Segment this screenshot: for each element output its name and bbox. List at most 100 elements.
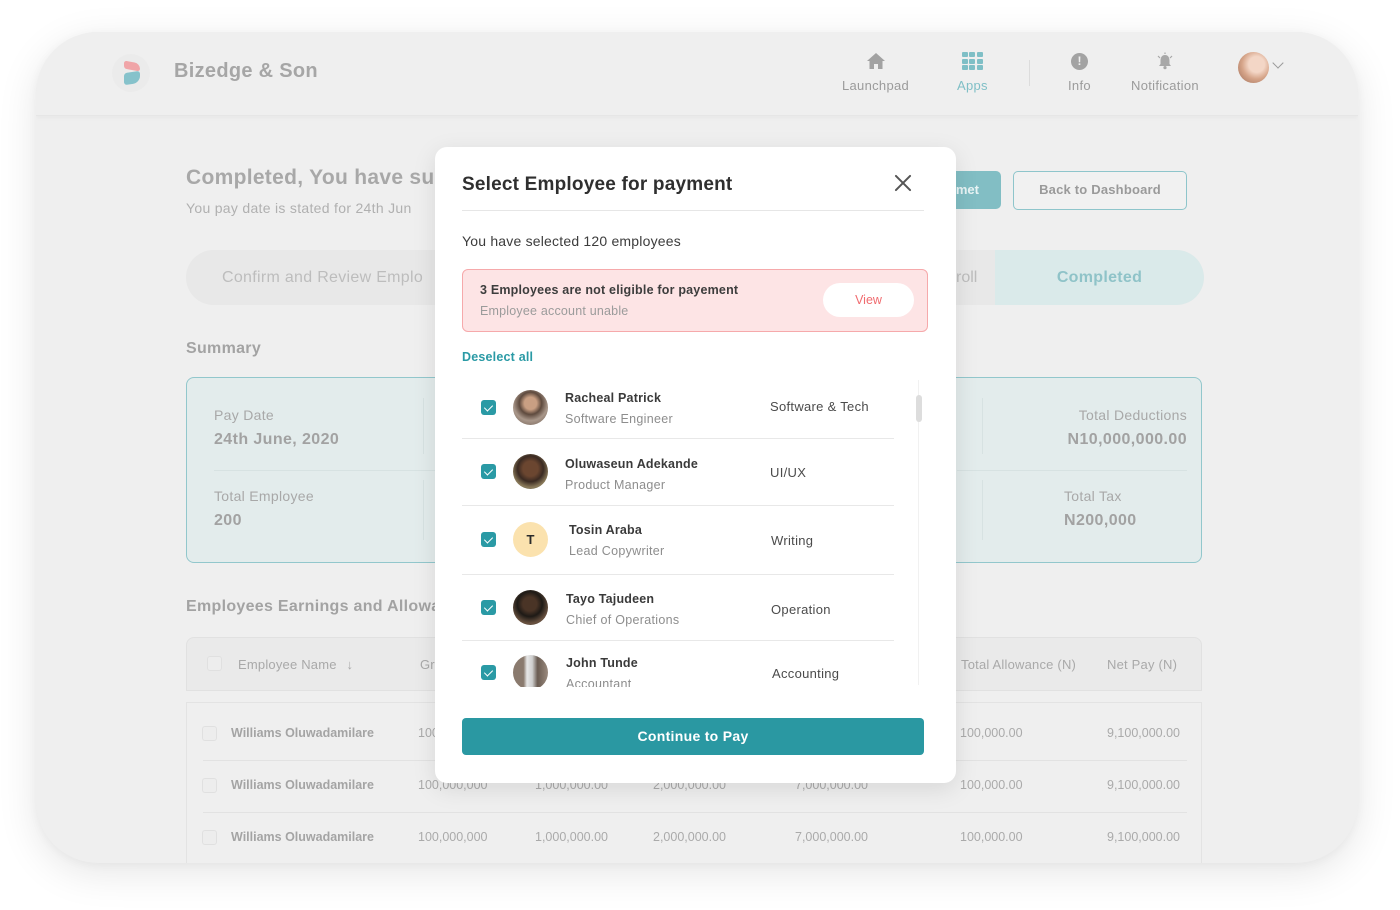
modal-divider bbox=[462, 210, 924, 211]
row-allowance: 100,000.00 bbox=[960, 726, 1023, 740]
total-employee-label: Total Employee bbox=[214, 488, 314, 504]
list-item[interactable]: Oluwaseun Adekande Product Manager UI/UX bbox=[462, 439, 894, 506]
top-header: Bizedge & Son Launchpad Apps ! Info Noti… bbox=[36, 32, 1358, 116]
summary-divider-right bbox=[957, 470, 1187, 471]
row-col3: 1,000,000.00 bbox=[535, 830, 608, 844]
avatar bbox=[513, 655, 548, 687]
page-title: Completed, You have su bbox=[186, 166, 435, 189]
pay-date-value: 24th June, 2020 bbox=[214, 431, 340, 448]
employee-name: Racheal Patrick bbox=[565, 391, 662, 405]
list-scrollbar-track[interactable] bbox=[918, 380, 919, 685]
nav-launchpad-label: Launchpad bbox=[842, 78, 910, 93]
alert-subtitle: Employee account unable bbox=[480, 304, 629, 318]
employee-checkbox[interactable] bbox=[481, 400, 496, 415]
row-gross: 100,000,000 bbox=[418, 830, 488, 844]
view-ineligible-button[interactable]: View bbox=[823, 283, 914, 317]
select-all-checkbox[interactable] bbox=[207, 656, 222, 671]
employee-name: Tosin Araba bbox=[569, 523, 643, 537]
employee-checkbox[interactable] bbox=[481, 532, 496, 547]
total-deductions-label: Total Deductions bbox=[1078, 407, 1187, 423]
pay-date-label: Pay Date bbox=[214, 407, 274, 423]
row-checkbox[interactable] bbox=[202, 778, 217, 793]
avatar bbox=[513, 390, 548, 425]
employee-checkbox[interactable] bbox=[481, 600, 496, 615]
home-icon bbox=[866, 50, 886, 72]
back-to-dashboard-button[interactable]: Back to Dashboard bbox=[1013, 171, 1187, 210]
employee-department: Operation bbox=[771, 602, 831, 617]
summary-vdivider bbox=[423, 398, 424, 454]
employee-role: Chief of Operations bbox=[566, 613, 680, 627]
row-col4: 2,000,000.00 bbox=[653, 830, 726, 844]
logo-bottom-shape bbox=[124, 70, 140, 86]
total-tax-label: Total Tax bbox=[1064, 488, 1122, 504]
step-confirm-review[interactable]: Confirm and Review Emplo bbox=[222, 250, 423, 305]
nav-launchpad[interactable]: Launchpad bbox=[842, 50, 909, 93]
employee-checkbox[interactable] bbox=[481, 665, 496, 680]
total-deductions: Total Deductions N10,000,000.00 bbox=[1068, 407, 1187, 449]
col-net-pay[interactable]: Net Pay (N) bbox=[1107, 657, 1177, 672]
col-total-allowance[interactable]: Total Allowance (N) bbox=[961, 657, 1076, 672]
row-checkbox[interactable] bbox=[202, 830, 217, 845]
step-payroll[interactable]: roll bbox=[956, 250, 977, 305]
employee-name: Tayo Tajudeen bbox=[566, 592, 655, 606]
employee-list: Racheal Patrick Software Engineer Softwa… bbox=[462, 379, 894, 687]
modal-title: Select Employee for payment bbox=[462, 174, 733, 195]
sort-arrow-icon[interactable]: ↓ bbox=[347, 657, 354, 672]
nav-apps[interactable]: Apps bbox=[957, 50, 988, 93]
deselect-all-link[interactable]: Deselect all bbox=[462, 350, 533, 364]
employee-department: Software & Tech bbox=[770, 399, 869, 414]
pay-date: Pay Date 24th June, 2020 bbox=[214, 407, 339, 449]
row-checkbox[interactable] bbox=[202, 726, 217, 741]
row-net-pay: 9,100,000.00 bbox=[1107, 830, 1180, 844]
col-employee-name-label: Employee Name bbox=[238, 657, 337, 672]
list-item[interactable]: T Tosin Araba Lead Copywriter Writing bbox=[462, 506, 894, 575]
summary-heading: Summary bbox=[186, 340, 262, 357]
employee-checkbox[interactable] bbox=[481, 464, 496, 479]
ineligible-alert: 3 Employees are not eligible for payemen… bbox=[462, 269, 928, 332]
col-employee-name[interactable]: Employee Name ↓ bbox=[238, 657, 353, 672]
brand-name: Bizedge & Son bbox=[174, 60, 318, 82]
employee-department: Writing bbox=[771, 533, 814, 548]
list-item[interactable]: Tayo Tajudeen Chief of Operations Operat… bbox=[462, 575, 894, 641]
user-avatar[interactable] bbox=[1238, 52, 1269, 83]
total-employee: Total Employee 200 bbox=[214, 488, 314, 530]
summary-vdivider bbox=[982, 398, 983, 454]
total-employee-value: 200 bbox=[214, 512, 242, 529]
logo-top-shape bbox=[124, 60, 140, 72]
step-completed[interactable]: Completed bbox=[995, 250, 1204, 305]
continue-to-pay-button[interactable]: Continue to Pay bbox=[462, 718, 924, 755]
page-subtitle: You pay date is stated for 24th Jun bbox=[186, 200, 412, 216]
employee-role: Software Engineer bbox=[565, 412, 673, 426]
select-employee-modal: Select Employee for payment You have sel… bbox=[435, 147, 956, 783]
row-name: Williams Oluwadamilare bbox=[231, 830, 374, 844]
brand-logo-icon[interactable] bbox=[112, 54, 150, 92]
selected-count-text: You have selected 120 employees bbox=[462, 233, 681, 249]
chevron-down-icon[interactable] bbox=[1272, 57, 1284, 69]
nav-info[interactable]: ! Info bbox=[1068, 50, 1091, 93]
employee-role: Accountant bbox=[566, 677, 632, 687]
list-item[interactable]: Racheal Patrick Software Engineer Softwa… bbox=[462, 379, 894, 439]
summary-vdivider bbox=[423, 480, 424, 540]
alert-title: 3 Employees are not eligible for payemen… bbox=[480, 283, 739, 297]
row-net-pay: 9,100,000.00 bbox=[1107, 778, 1180, 792]
table-row[interactable]: Williams Oluwadamilare 100,000,000 1,000… bbox=[187, 813, 1201, 863]
col-gross[interactable]: Gr bbox=[420, 657, 435, 672]
row-allowance: 100,000.00 bbox=[960, 778, 1023, 792]
employee-name: Oluwaseun Adekande bbox=[565, 457, 699, 471]
nav-notification[interactable]: Notification bbox=[1131, 50, 1199, 93]
nav-apps-label: Apps bbox=[957, 78, 988, 93]
list-scrollbar-thumb[interactable] bbox=[916, 395, 922, 422]
row-net-pay: 9,100,000.00 bbox=[1107, 726, 1180, 740]
total-deductions-value: N10,000,000.00 bbox=[1067, 431, 1187, 448]
apps-grid-icon bbox=[961, 50, 983, 72]
employee-role: Lead Copywriter bbox=[569, 544, 665, 558]
close-icon[interactable] bbox=[891, 171, 915, 195]
total-tax-value: N200,000 bbox=[1064, 512, 1137, 529]
avatar bbox=[513, 590, 548, 625]
summary-vdivider bbox=[982, 480, 983, 540]
employee-name: John Tunde bbox=[566, 656, 638, 670]
total-tax: Total Tax N200,000 bbox=[1064, 488, 1137, 530]
list-item[interactable]: John Tunde Accountant Accounting bbox=[462, 641, 894, 687]
row-col5: 7,000,000.00 bbox=[795, 830, 868, 844]
employee-department: UI/UX bbox=[770, 465, 807, 480]
